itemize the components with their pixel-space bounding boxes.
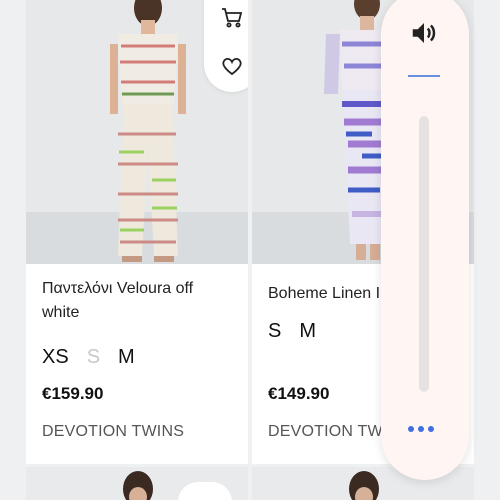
product-brand[interactable]: DEVOTION TWINS (42, 423, 184, 441)
wishlist-button[interactable] (218, 52, 246, 80)
product-actions (204, 0, 248, 92)
size-option[interactable]: M (299, 320, 316, 343)
size-options: XS S M (42, 346, 135, 369)
more-options-button[interactable] (408, 426, 434, 432)
volume-panel (381, 0, 469, 480)
more-dots-icon (408, 426, 414, 432)
size-option-unavailable: S (86, 346, 101, 368)
add-to-cart-button[interactable] (218, 4, 246, 32)
mute-toggle-button[interactable] (407, 16, 441, 50)
size-option[interactable]: M (118, 346, 135, 369)
product-price: €159.90 (42, 384, 104, 403)
product-card-1[interactable]: Παντελόνι Veloura off white XS S M €159.… (26, 0, 248, 464)
product-title[interactable]: Παντελόνι Veloura off white (42, 277, 232, 325)
volume-indicator-line (408, 75, 440, 77)
heart-icon (222, 57, 242, 76)
speaker-icon (412, 23, 436, 43)
product-price: €149.90 (268, 384, 330, 403)
cart-icon (222, 8, 243, 28)
size-option[interactable]: S (268, 320, 281, 343)
volume-slider[interactable] (419, 116, 429, 392)
size-options: S M (268, 320, 316, 343)
product-brand[interactable]: DEVOTION TWI (268, 423, 387, 441)
size-option[interactable]: XS (42, 346, 69, 369)
